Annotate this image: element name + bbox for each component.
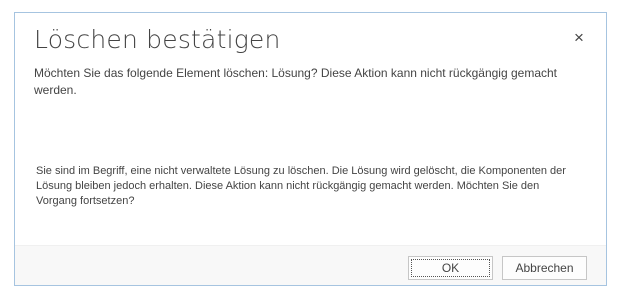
ok-button[interactable]: OK <box>408 256 493 280</box>
dialog-footer: OK Abbrechen <box>15 245 606 285</box>
page: Löschen bestätigen × Möchten Sie das fol… <box>0 0 619 298</box>
close-icon[interactable]: × <box>570 29 588 47</box>
dialog-body-text: Sie sind im Begriff, eine nicht verwalte… <box>36 165 566 207</box>
dialog-title: Löschen bestätigen <box>34 25 281 54</box>
cancel-button[interactable]: Abbrechen <box>502 256 587 280</box>
confirm-delete-dialog: Löschen bestätigen × Möchten Sie das fol… <box>14 12 607 286</box>
dialog-subtitle: Möchten Sie das folgende Element löschen… <box>34 66 557 97</box>
ok-button-label: OK <box>411 259 490 277</box>
